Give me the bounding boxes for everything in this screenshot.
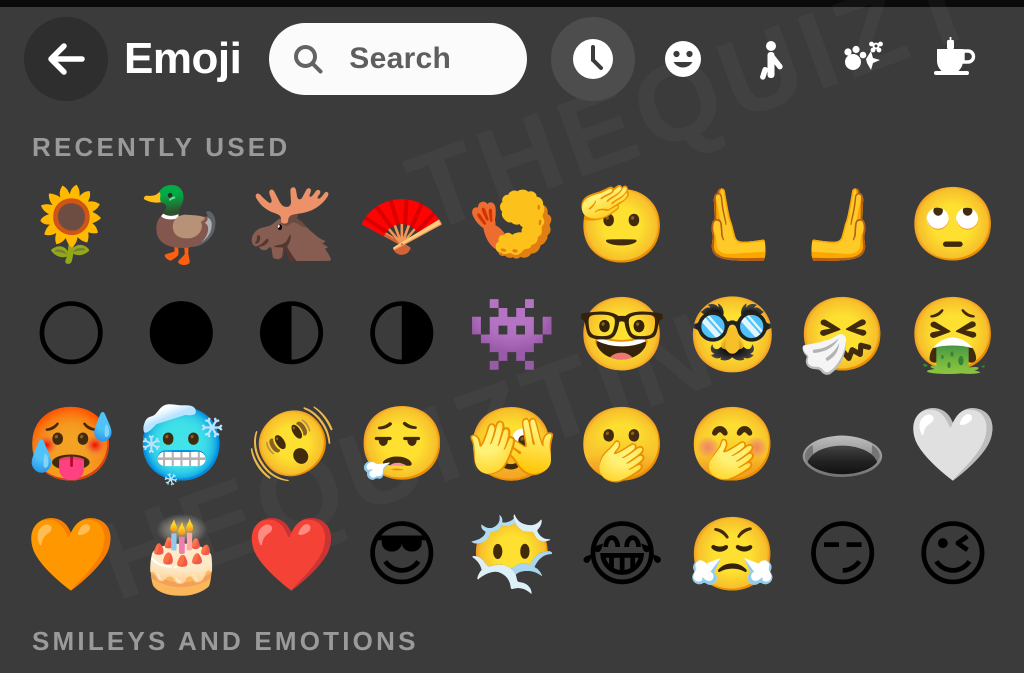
emoji-glyph: 🦆 [136, 182, 227, 266]
section-header-smileys-and-emotions: SMILEYS AND EMOTIONS [32, 626, 419, 656]
tab-food[interactable] [911, 17, 995, 101]
emoji-glyph: 🫷 [687, 182, 778, 266]
emoji-cell-nerd-face[interactable]: 🤓 [567, 279, 677, 389]
teacup-icon [930, 36, 976, 81]
emoji-cell-folding-hand-fan[interactable]: 🪭 [347, 169, 457, 279]
emoji-cell-hyacinth[interactable]: 🌻 [16, 169, 126, 279]
section-header-recently-used: RECENTLY USED [32, 132, 291, 162]
emoji-glyph: 🫸 [797, 182, 888, 266]
emoji-cell-cold-face[interactable]: 🥶 [126, 389, 236, 499]
emoji-cell-smiling-face-with-sunglasses[interactable]: 😎 [347, 499, 457, 609]
emoji-cell-saluting-face[interactable]: 🫡 [567, 169, 677, 279]
emoji-glyph: 🕳️ [797, 402, 888, 486]
emoji-cell-full-moon-face[interactable]: 🌕 [16, 279, 126, 389]
emoji-cell-face-with-peeking-eye[interactable]: 🫣 [457, 389, 567, 499]
emoji-glyph: 🥵 [26, 402, 116, 486]
emoji-glyph: 🥸 [687, 292, 778, 376]
emoji-cell-face-vomiting[interactable]: 🤮 [898, 279, 1008, 389]
emoji-cell-alien-monster[interactable]: 👾 [457, 279, 567, 389]
emoji-cell-smirking-face[interactable]: 😏 [788, 499, 898, 609]
emoji-glyph: 🤮 [908, 292, 998, 376]
emoji-glyph: 🫢 [577, 402, 668, 486]
emoji-glyph: 😶‍🌫️ [467, 512, 557, 596]
emoji-glyph: 🫨 [246, 402, 337, 486]
emoji-glyph: 🫎 [246, 182, 337, 266]
emoji-cell-new-moon-face[interactable]: 🌑 [126, 279, 236, 389]
emoji-content-area: RECENTLY USED 🌻 🦆 🫎 🪭 🍤 🫡 🫷 🫸 🙄 🌕 🌑 🌓 🌗 👾 🤓 🥸 🤧 🤮 🥵 🥶 🫨 😮‍💨 🫣 🫢… [0, 110, 1024, 673]
emoji-cell-face-in-clouds[interactable]: 😶‍🌫️ [457, 499, 567, 609]
emoji-glyph: ❤️ [246, 512, 337, 596]
emoji-glyph: 🤍 [908, 402, 998, 486]
search-icon [291, 42, 325, 76]
emoji-glyph: 🤓 [577, 292, 668, 376]
emoji-glyph: 😏 [805, 512, 881, 596]
emoji-glyph: 😮‍💨 [356, 402, 447, 486]
emoji-cell-hole[interactable]: 🕳️ [788, 389, 898, 499]
search-placeholder: Search [349, 41, 452, 75]
emoji-cell-face-with-steam-from-nose[interactable]: 😤 [677, 499, 787, 609]
emoji-glyph: 🥶 [136, 402, 227, 486]
tab-smileys[interactable] [641, 17, 725, 101]
emoji-cell-shaking-face[interactable]: 🫨 [236, 389, 346, 499]
emoji-cell-face-with-tears-of-joy[interactable]: 😂 [567, 499, 677, 609]
page-title: Emoji [124, 33, 242, 83]
emoji-cell-last-quarter-moon-face[interactable]: 🌗 [347, 279, 457, 389]
emoji-cell-leftwards-pushing-hand[interactable]: 🫷 [677, 169, 787, 279]
clock-icon [570, 36, 616, 82]
emoji-glyph: 😤 [687, 512, 778, 596]
emoji-cell-red-heart[interactable]: ❤️ [236, 499, 346, 609]
smiley-icon [661, 37, 705, 81]
search-input[interactable]: Search [269, 22, 528, 95]
emoji-cell-face-with-rolling-eyes[interactable]: 🙄 [898, 169, 1008, 279]
emoji-picker-window: THEQUIZTIN.COM THEQUIZTIN Emoji [0, 0, 1024, 673]
tab-nature[interactable] [821, 17, 905, 101]
emoji-glyph: 🫡 [577, 182, 668, 266]
emoji-cell-disguised-face[interactable]: 🥸 [677, 279, 787, 389]
emoji-glyph: 😂 [580, 512, 665, 596]
emoji-cell-winking-face[interactable]: 😉 [898, 499, 1008, 609]
emoji-glyph: 🌻 [26, 182, 116, 266]
tab-recent[interactable] [551, 16, 636, 101]
emoji-glyph: 🫣 [467, 402, 557, 486]
emoji-glyph: 😉 [915, 512, 991, 596]
emoji-cell-duck[interactable]: 🦆 [126, 169, 236, 279]
emoji-glyph: 🌓 [254, 292, 330, 376]
back-button[interactable] [24, 16, 108, 101]
emoji-cell-fried-shrimp[interactable]: 🍤 [457, 169, 567, 279]
tab-people[interactable] [731, 17, 815, 101]
emoji-glyph: 🤭 [687, 402, 778, 486]
emoji-glyph: 🧡 [26, 512, 116, 596]
emoji-glyph: 👾 [467, 292, 557, 376]
emoji-cell-grey-heart[interactable]: 🧡 [16, 499, 126, 609]
emoji-cell-birthday-cake[interactable]: 🎂 [126, 499, 236, 609]
nature-icon [840, 37, 886, 81]
back-arrow-icon [40, 33, 92, 85]
emoji-cell-first-quarter-moon-face[interactable]: 🌓 [236, 279, 346, 389]
top-black-strip [0, 0, 1024, 7]
emoji-cell-white-heart[interactable]: 🤍 [898, 389, 1008, 499]
person-icon [751, 37, 795, 81]
header-bar: Emoji Search [0, 7, 1024, 110]
category-tabs [551, 16, 1024, 101]
emoji-cell-hot-face[interactable]: 🥵 [16, 389, 126, 499]
emoji-cell-rightwards-pushing-hand[interactable]: 🫸 [788, 169, 898, 279]
emoji-cell-face-with-hand-over-mouth[interactable]: 🤭 [677, 389, 787, 499]
emoji-glyph: 🙄 [908, 182, 998, 266]
emoji-glyph: 🌕 [33, 292, 109, 376]
emoji-cell-face-exhaling[interactable]: 😮‍💨 [347, 389, 457, 499]
emoji-glyph: 😎 [364, 512, 440, 596]
emoji-cell-donkey[interactable]: 🫎 [236, 169, 346, 279]
emoji-glyph: 🌑 [143, 292, 219, 376]
emoji-glyph: 🌗 [364, 292, 440, 376]
emoji-glyph: 🍤 [467, 182, 557, 266]
emoji-cell-sneezing-face[interactable]: 🤧 [788, 279, 898, 389]
emoji-glyph: 🎂 [136, 512, 227, 596]
emoji-cell-face-with-open-eyes-and-hand-over-mouth[interactable]: 🫢 [567, 389, 677, 499]
recently-used-grid: 🌻 🦆 🫎 🪭 🍤 🫡 🫷 🫸 🙄 🌕 🌑 🌓 🌗 👾 🤓 🥸 🤧 🤮 🥵 🥶 🫨 😮‍💨 🫣 🫢 🤭 🕳️ 🤍 🧡 🎂 ❤️ 😎 😶‍🌫️ 😂… [0, 169, 1024, 609]
emoji-glyph: 🪭 [356, 182, 447, 266]
emoji-glyph: 🤧 [797, 292, 888, 376]
